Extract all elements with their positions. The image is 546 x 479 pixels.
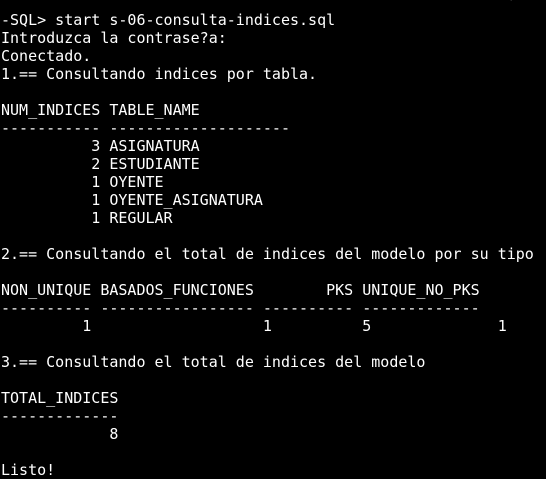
command-line: -SQL> start s-06-consulta-indices.sql xyxy=(1,11,336,29)
num-indices-cell: 3 xyxy=(1,137,101,155)
table-name-cell: REGULAR xyxy=(109,209,173,227)
num-indices-cell: 2 xyxy=(1,155,101,173)
terminal-line: ' xyxy=(1,0,516,11)
total-indices-cell: 8 xyxy=(1,425,119,443)
num-indices-cell: 1 xyxy=(1,209,101,227)
table-name-cell: OYENTE xyxy=(109,173,164,191)
basados-funciones-cell: 1 xyxy=(100,317,272,335)
table-row: 1 OYENTE_ASIGNATURA xyxy=(1,191,546,209)
table-header: NON_UNIQUE BASADOS_FUNCIONES PKS UNIQUE_… xyxy=(1,281,480,299)
pks-cell: 5 xyxy=(271,317,372,335)
table-separator: ------------- xyxy=(1,407,119,425)
table-row: 1 OYENTE xyxy=(1,173,546,191)
unique-no-pks-cell: 1 xyxy=(380,317,507,335)
table-separator: ---------- ----------------- ---------- … xyxy=(1,299,480,317)
num-indices-cell: 1 xyxy=(1,191,101,209)
table-name-cell: ASIGNATURA xyxy=(109,137,200,155)
table-row: 3 ASIGNATURA xyxy=(1,137,546,155)
password-prompt: Introduzca la contrase?a: xyxy=(1,29,227,47)
num-indices-cell: 1 xyxy=(1,173,101,191)
section-title: 2.== Consultando el total de indices del… xyxy=(1,245,534,263)
table-name-cell: OYENTE_ASIGNATURA xyxy=(109,191,263,209)
table-row: 8 xyxy=(1,425,546,443)
table-row: 2 ESTUDIANTE xyxy=(1,155,546,173)
table-separator: ----------- -------------------- xyxy=(1,119,290,137)
table-row: 1 1 5 1 xyxy=(1,317,546,335)
section-title: 3.== Consultando el total de indices del… xyxy=(1,353,426,371)
section-title: 1.== Consultando indices por tabla. xyxy=(1,65,318,83)
table-row: 1 REGULAR xyxy=(1,209,546,227)
table-header: TOTAL_INDICES xyxy=(1,389,119,407)
done-message: Listo! xyxy=(1,461,56,479)
connected-message: Conectado. xyxy=(1,47,92,65)
non-unique-cell: 1 xyxy=(1,317,92,335)
terminal-window[interactable]: ' -SQL> start s-06-consulta-indices.sql … xyxy=(0,0,546,479)
table-name-cell: ESTUDIANTE xyxy=(109,155,200,173)
table-header: NUM_INDICES TABLE_NAME xyxy=(1,101,200,119)
